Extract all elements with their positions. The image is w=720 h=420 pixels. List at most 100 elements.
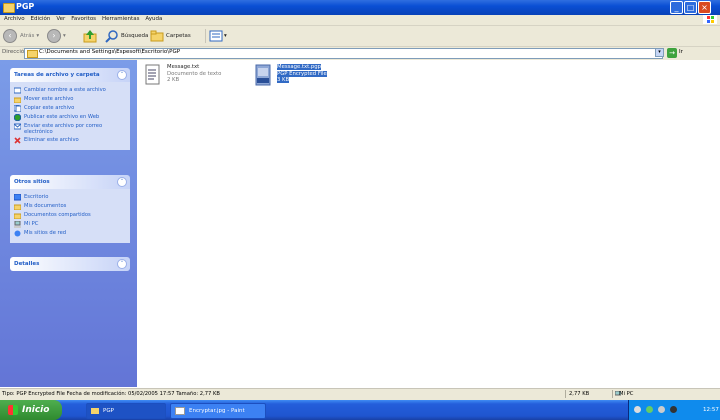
address-input[interactable]: C:\Documents and Settings\Espesoft\Escri… bbox=[24, 48, 663, 59]
folders-icon bbox=[150, 30, 164, 42]
menu-ayuda[interactable]: Ayuda bbox=[145, 16, 162, 22]
task-copy[interactable]: Copiar este archivo bbox=[14, 105, 126, 112]
forward-button[interactable]: › ▾ bbox=[47, 29, 66, 43]
go-button[interactable]: → bbox=[667, 48, 677, 58]
place-my-documents[interactable]: Mis documentos bbox=[14, 203, 126, 210]
rename-icon bbox=[14, 87, 21, 94]
task-delete[interactable]: Eliminar este archivo bbox=[14, 137, 126, 144]
back-label: Atrás bbox=[20, 33, 35, 39]
taskbar-item-pgp[interactable]: PGP bbox=[86, 403, 166, 419]
network-tray-icon[interactable] bbox=[634, 406, 641, 413]
desktop-icon bbox=[14, 194, 21, 201]
windows-flag-icon bbox=[8, 405, 18, 415]
shared-folder-icon bbox=[14, 213, 21, 219]
other-places-title: Otros sitios bbox=[14, 179, 50, 185]
computer-icon bbox=[14, 221, 21, 228]
menu-bar: Archivo Edición Ver Favoritos Herramient… bbox=[0, 15, 720, 26]
file-tasks-header[interactable]: Tareas de archivo y carpeta ˄ bbox=[10, 68, 130, 82]
file-item[interactable]: Message.txt Documento de texto 2 KB bbox=[145, 64, 221, 86]
volume-tray-icon[interactable] bbox=[658, 406, 665, 413]
menu-archivo[interactable]: Archivo bbox=[4, 16, 25, 22]
place-label: Mi PC bbox=[24, 221, 39, 227]
file-list: Message.txt Documento de texto 2 KB Mess… bbox=[137, 60, 720, 387]
taskbar: Inicio PGP Encryptar.jpg - Paint 12:57 bbox=[0, 400, 720, 420]
windows-logo-icon bbox=[703, 15, 717, 24]
place-network[interactable]: Mis sitios de red bbox=[14, 230, 126, 237]
details-title: Detalles bbox=[14, 261, 40, 267]
copy-icon bbox=[14, 105, 21, 112]
place-label: Mis sitios de red bbox=[24, 230, 67, 236]
task-pane: Tareas de archivo y carpeta ˄ Cambiar no… bbox=[0, 60, 137, 387]
documents-icon bbox=[14, 204, 21, 210]
task-label: Cambiar nombre a este archivo bbox=[24, 87, 106, 93]
views-icon bbox=[209, 30, 223, 42]
pgp-file-icon bbox=[255, 64, 271, 86]
status-bar: Tipo: PGP Encrypted File Fecha de modifi… bbox=[0, 388, 720, 400]
place-my-computer[interactable]: Mi PC bbox=[14, 221, 126, 228]
minimize-button[interactable]: _ bbox=[670, 1, 683, 14]
text-file-icon bbox=[145, 64, 160, 85]
forward-arrow-icon: › bbox=[47, 29, 61, 43]
details-panel: Detalles ˅ bbox=[10, 257, 130, 271]
collapse-chevron-icon[interactable]: ˄ bbox=[117, 177, 127, 187]
other-places-header[interactable]: Otros sitios ˄ bbox=[10, 175, 130, 189]
taskbar-item-paint[interactable]: Encryptar.jpg - Paint bbox=[170, 403, 266, 419]
search-label: Búsqueda bbox=[121, 33, 149, 39]
file-type: PGP Encrypted File bbox=[277, 70, 327, 77]
details-header[interactable]: Detalles ˅ bbox=[10, 257, 130, 271]
menu-edicion[interactable]: Edición bbox=[30, 16, 50, 22]
file-tasks-panel: Tareas de archivo y carpeta ˄ Cambiar no… bbox=[10, 68, 130, 150]
close-button[interactable]: × bbox=[698, 1, 711, 14]
pgp-tray-icon[interactable] bbox=[670, 406, 677, 413]
menu-favoritos[interactable]: Favoritos bbox=[71, 16, 96, 22]
menu-herramientas[interactable]: Herramientas bbox=[102, 16, 139, 22]
expand-chevron-icon[interactable]: ˅ bbox=[117, 259, 127, 269]
status-info: Tipo: PGP Encrypted File Fecha de modifi… bbox=[2, 391, 220, 397]
collapse-chevron-icon[interactable]: ˄ bbox=[117, 70, 127, 80]
go-label[interactable]: Ir bbox=[679, 49, 683, 55]
up-folder-icon bbox=[83, 30, 97, 43]
folder-icon bbox=[27, 50, 38, 58]
file-size: 3 KB bbox=[277, 77, 290, 83]
maximize-button[interactable]: □ bbox=[684, 1, 697, 14]
taskbar-item-label: Encryptar.jpg - Paint bbox=[189, 408, 245, 414]
views-button[interactable]: ▾ bbox=[209, 29, 227, 43]
folder-icon bbox=[3, 3, 15, 13]
search-button[interactable]: Búsqueda bbox=[105, 29, 148, 43]
start-button[interactable]: Inicio bbox=[0, 400, 62, 420]
place-label: Escritorio bbox=[24, 194, 49, 200]
menu-ver[interactable]: Ver bbox=[56, 16, 65, 22]
place-shared-documents[interactable]: Documentos compartidos bbox=[14, 212, 126, 219]
taskbar-item-label: PGP bbox=[103, 408, 114, 414]
folders-label: Carpetas bbox=[166, 33, 191, 39]
address-bar: Dirección C:\Documents and Settings\Espe… bbox=[0, 47, 720, 61]
email-icon bbox=[14, 123, 21, 130]
start-label: Inicio bbox=[22, 405, 50, 415]
task-label: Copiar este archivo bbox=[24, 105, 75, 111]
back-button[interactable]: ‹ Atrás ▾ bbox=[3, 29, 39, 43]
address-path: C:\Documents and Settings\Espesoft\Escri… bbox=[39, 49, 181, 55]
task-rename[interactable]: Cambiar nombre a este archivo bbox=[14, 87, 126, 94]
web-publish-icon bbox=[14, 114, 21, 121]
folders-button[interactable]: Carpetas bbox=[150, 29, 191, 43]
security-tray-icon[interactable] bbox=[646, 406, 653, 413]
task-move[interactable]: Mover este archivo bbox=[14, 96, 126, 103]
place-label: Mis documentos bbox=[24, 203, 67, 209]
system-tray: 12:57 bbox=[628, 400, 720, 420]
other-places-panel: Otros sitios ˄ Escritorio Mis documentos… bbox=[10, 175, 130, 243]
file-item-selected[interactable]: Message.txt.pgp PGP Encrypted File 3 KB bbox=[255, 64, 327, 86]
back-arrow-icon: ‹ bbox=[3, 29, 17, 43]
file-name: Message.txt.pgp bbox=[277, 64, 321, 70]
search-icon bbox=[105, 30, 118, 43]
place-desktop[interactable]: Escritorio bbox=[14, 194, 126, 201]
move-icon bbox=[14, 97, 21, 103]
status-location: Mi PC bbox=[619, 391, 634, 397]
address-dropdown-icon[interactable]: ▾ bbox=[655, 48, 664, 57]
task-label: Mover este archivo bbox=[24, 96, 74, 102]
task-email[interactable]: Enviar este archivo por correo electróni… bbox=[14, 123, 126, 135]
file-size: 2 KB bbox=[167, 77, 180, 83]
task-label: Enviar este archivo por correo electróni… bbox=[24, 123, 103, 135]
file-tasks-title: Tareas de archivo y carpeta bbox=[14, 72, 100, 78]
up-folder-button[interactable] bbox=[83, 29, 97, 43]
task-publish-web[interactable]: Publicar este archivo en Web bbox=[14, 114, 126, 121]
